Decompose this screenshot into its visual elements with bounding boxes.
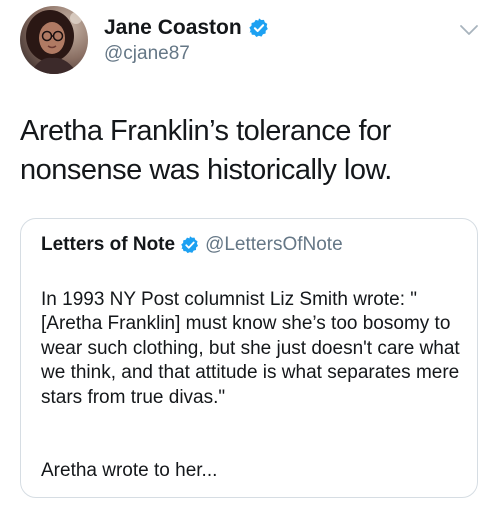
author-handle[interactable]: @cjane87	[104, 43, 190, 65]
quoted-paragraph: Aretha wrote to her...	[41, 459, 218, 481]
quoted-handle: @LettersOfNote	[205, 234, 343, 255]
quoted-display-name: Letters of Note	[41, 234, 176, 255]
quoted-tweet[interactable]: Letters of Note @LettersOfNote In 1993 N…	[20, 218, 478, 498]
tweet-text: Aretha Franklin’s tolerance for nonsense…	[20, 115, 392, 186]
avatar-image	[20, 6, 88, 74]
quoted-paragraph: In 1993 NY Post columnist Liz Smith wrot…	[41, 288, 460, 408]
author-display-name[interactable]: Jane Coaston	[104, 16, 242, 40]
tweet-card: Jane Coaston @cjane87 Aretha Franklin’s …	[0, 0, 500, 498]
chevron-down-icon[interactable]	[457, 18, 481, 42]
quoted-author-row: Letters of Note @LettersOfNote	[41, 231, 343, 259]
avatar[interactable]	[20, 6, 88, 74]
verified-badge-icon	[248, 17, 270, 39]
quoted-tweet-text: In 1993 NY Post columnist Liz Smith wrot…	[41, 263, 469, 508]
author-name-row: Jane Coaston	[104, 14, 270, 42]
verified-badge-icon	[180, 235, 200, 255]
